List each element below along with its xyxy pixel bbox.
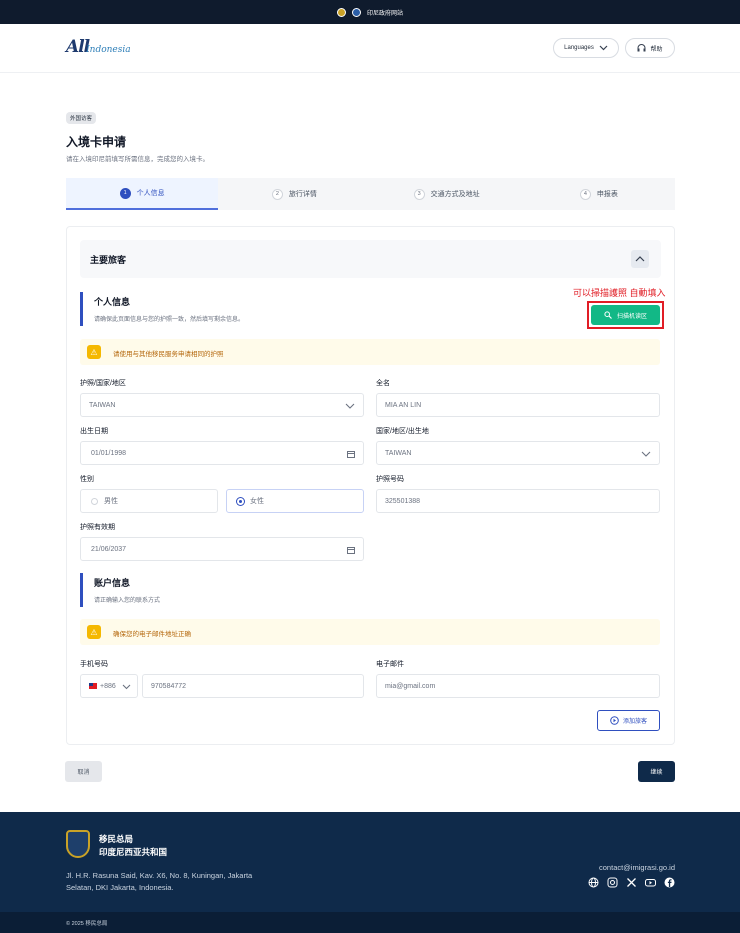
facebook-icon[interactable] (664, 877, 675, 888)
personal-info-title: 个人信息 (94, 297, 131, 307)
help-button[interactable]: 帮助 (625, 38, 675, 58)
scan-mrz-button[interactable]: 扫描机读区 (591, 305, 660, 325)
step-personal-info[interactable]: 1 个人信息 (66, 178, 219, 210)
birthplace-select[interactable]: TAIWAN (376, 441, 660, 465)
topbar-text: 印尼政府网站 (366, 10, 403, 17)
email-input[interactable]: mia@gmail.com (376, 674, 660, 698)
globe-icon[interactable] (588, 877, 599, 888)
add-traveler-button[interactable]: 添加旅客 (597, 710, 660, 731)
x-icon[interactable] (626, 877, 637, 888)
scan-annotation: 可以掃描護照 自動填入 (573, 288, 666, 298)
all-indonesia-logo[interactable]: AllIndonesia (66, 37, 131, 57)
chevron-down-icon (122, 684, 131, 690)
continue-button[interactable]: 继续 (638, 761, 675, 782)
agency-name: 移民总局 印度尼西亚共和国 (99, 834, 168, 857)
cancel-button[interactable]: 取消 (65, 761, 102, 782)
radio-female[interactable] (237, 497, 244, 505)
email-alert: ⚠ 确保您的电子邮件地址正确 (80, 619, 660, 645)
radio-male[interactable] (91, 497, 98, 505)
progress-stepper: 1 个人信息 2 旅行详情 3 交通方式及地址 4 申报表 (66, 178, 675, 210)
form-card (66, 226, 675, 745)
dob-input[interactable]: 01/01/1998 (80, 441, 364, 465)
passport-country-select[interactable]: TAIWAN (80, 393, 364, 417)
government-topbar: 印尼政府网站 (0, 0, 740, 24)
scan-highlight-box: 扫描机读区 (587, 301, 664, 329)
step-declaration[interactable]: 4 申报表 (523, 178, 675, 210)
agency-address: Jl. H.R. Rasuna Said, Kav. X6, No. 8, Ku… (66, 871, 253, 892)
calendar-icon (347, 547, 355, 554)
youtube-icon[interactable] (645, 877, 656, 888)
chevron-down-icon (599, 45, 608, 51)
chevron-up-icon (635, 256, 645, 262)
personal-info-desc: 请确保此页面信息与您的护照一致，然后填写剩余信息。 (94, 317, 245, 323)
gender-label: 性别 (80, 476, 94, 483)
warning-icon: ⚠ (87, 345, 101, 359)
main-traveler-title: 主要旅客 (90, 255, 127, 265)
immigration-logo-icon (66, 830, 90, 858)
taiwan-flag-icon (89, 683, 97, 689)
email-label: 电子邮件 (376, 661, 404, 668)
collapse-button[interactable] (631, 250, 649, 268)
personal-info-accent-bar (80, 292, 83, 326)
passport-no-input[interactable]: 325501388 (376, 489, 660, 513)
expiry-input[interactable]: 21/06/2037 (80, 537, 364, 561)
phone-country-code-select[interactable]: +886 (80, 674, 138, 698)
page-title: 入境卡申请 (66, 135, 127, 149)
account-info-accent-bar (80, 573, 83, 607)
birthplace-label: 国家/地区/出生地 (376, 428, 429, 435)
gender-male-option[interactable]: 男性 (80, 489, 218, 513)
search-icon (604, 311, 612, 319)
plus-circle-icon (610, 716, 619, 725)
headset-icon (637, 44, 646, 52)
chevron-down-icon (345, 403, 355, 409)
passport-country-label: 护照/国家/地区 (80, 380, 126, 387)
account-info-desc: 请正确输入您的联系方式 (94, 598, 161, 604)
site-header: AllIndonesia Languages 帮助 (0, 24, 740, 73)
languages-button[interactable]: Languages (553, 38, 619, 58)
social-links (588, 877, 675, 888)
fullname-label: 全名 (376, 380, 390, 387)
visitor-type-badge: 外国访客 (66, 112, 97, 124)
warning-icon: ⚠ (87, 625, 101, 639)
chevron-down-icon (641, 451, 651, 457)
step-transport-address[interactable]: 3 交通方式及地址 (371, 178, 523, 210)
immigration-emblem-icon (351, 7, 361, 17)
passport-alert: ⚠ 请使用与其他移民服务申请相同的护照 (80, 339, 660, 365)
garuda-emblem-icon (336, 7, 346, 17)
copyright: © 2025 移民总局 (0, 912, 740, 933)
dob-label: 出生日期 (80, 428, 108, 435)
contact-email-link[interactable]: contact@imigrasi.go.id (599, 863, 675, 872)
page-subtitle: 请在入境印尼前填写所需信息，完成您的入境卡。 (66, 156, 209, 163)
calendar-icon (347, 451, 355, 458)
passport-no-label: 护照号码 (376, 476, 404, 483)
fullname-input[interactable]: MIA AN LIN (376, 393, 660, 417)
expiry-label: 护照有效期 (80, 524, 115, 531)
main-traveler-section-header[interactable]: 主要旅客 (80, 240, 661, 278)
instagram-icon[interactable] (607, 877, 618, 888)
phone-label: 手机号码 (80, 661, 108, 668)
gender-female-option[interactable]: 女性 (226, 489, 364, 513)
site-footer: 移民总局 印度尼西亚共和国 Jl. H.R. Rasuna Said, Kav.… (0, 812, 740, 912)
account-info-title: 账户信息 (94, 578, 131, 588)
phone-input[interactable]: 970584772 (142, 674, 364, 698)
step-travel-details[interactable]: 2 旅行详情 (218, 178, 370, 210)
